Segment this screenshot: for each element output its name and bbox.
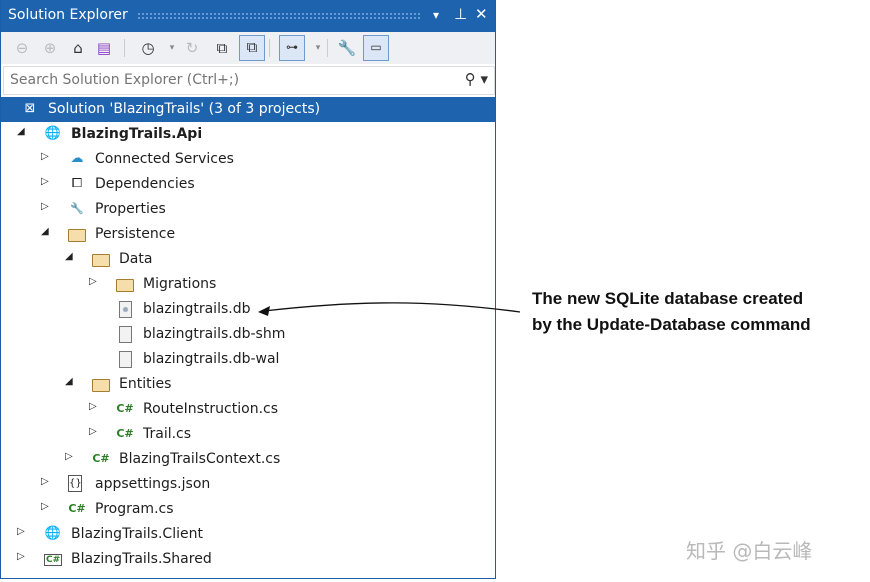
annotation-line-1: The new SQLite database created	[532, 289, 804, 308]
watermark: 知乎 @白云峰	[686, 539, 813, 563]
annotation-line-2: by the Update-Database command	[532, 315, 811, 334]
